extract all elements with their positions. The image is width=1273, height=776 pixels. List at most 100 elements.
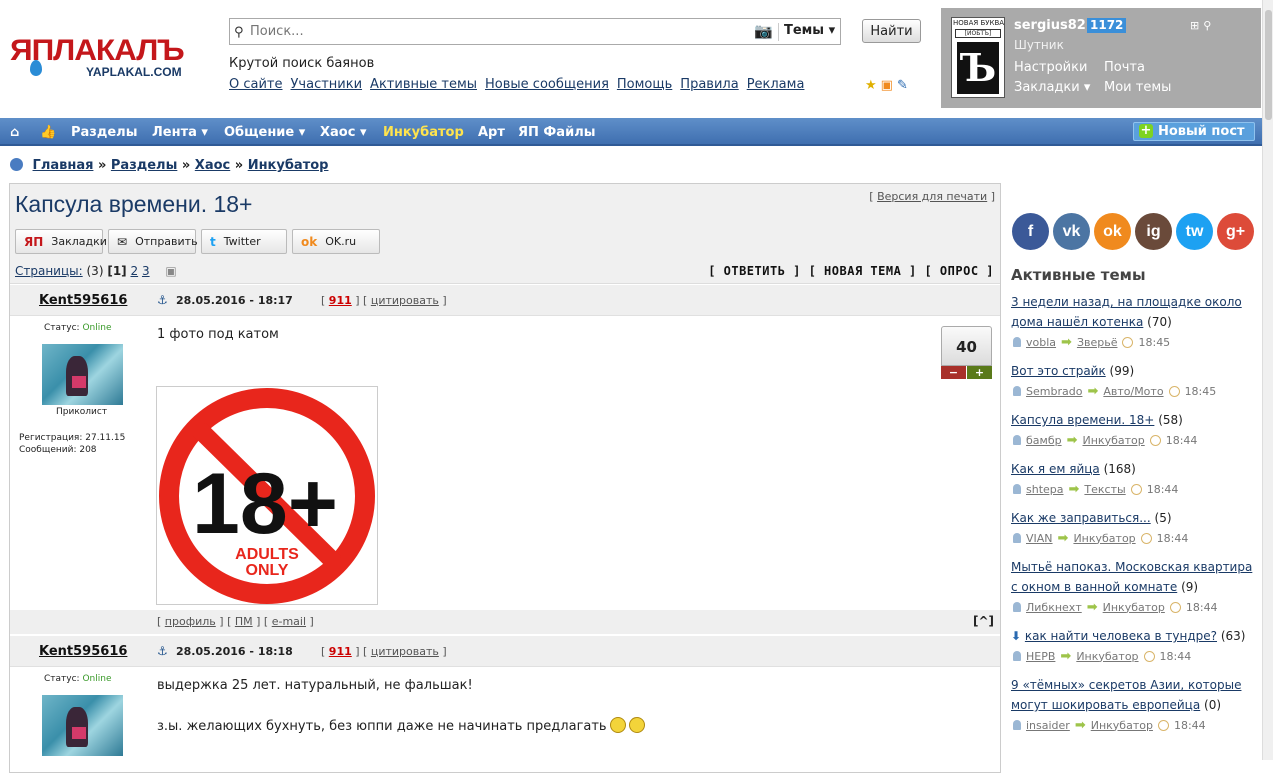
avatar[interactable] [42, 344, 123, 405]
google-plus-icon[interactable]: g+ [1217, 213, 1254, 250]
odnoklassniki-icon[interactable]: ok [1094, 213, 1131, 250]
settings-link[interactable]: Настройки [1014, 60, 1087, 75]
anchor-icon[interactable]: ⚓ [157, 293, 168, 307]
nav-chaos[interactable]: Хаос ▾ [320, 125, 366, 140]
nav-incubator[interactable]: Инкубатор [383, 125, 464, 140]
scroll-top-button[interactable]: [^] [973, 614, 994, 628]
active-topic-link[interactable]: Вот это страйк [1011, 364, 1106, 378]
send-button[interactable]: ✉ Отправить [108, 229, 198, 254]
active-topic-section[interactable]: Тексты [1084, 483, 1125, 496]
active-topic-user[interactable]: Sembrado [1026, 385, 1082, 398]
active-topic-user[interactable]: vobla [1026, 336, 1056, 349]
nav-feed[interactable]: Лента ▾ [152, 125, 208, 140]
active-topic-section[interactable]: Инкубатор [1073, 532, 1135, 545]
mail-link[interactable]: Почта [1104, 60, 1145, 75]
username[interactable]: sergius82 [1014, 18, 1086, 33]
instagram-icon[interactable]: ig [1135, 213, 1172, 250]
post-author[interactable]: Kent595616 [39, 644, 127, 659]
bookmark-button[interactable]: ЯП Закладки [15, 229, 107, 254]
my-topics-link[interactable]: Мои темы [1104, 80, 1171, 95]
active-topic-link[interactable]: Как я ем яйца [1011, 462, 1100, 476]
vote-down-button[interactable]: − [941, 366, 966, 379]
active-topic-user[interactable]: shtepa [1026, 483, 1064, 496]
bookmarks-link[interactable]: Закладки ▾ [1014, 80, 1090, 95]
avatar[interactable] [42, 695, 123, 756]
active-topic-user[interactable]: бамбр [1026, 434, 1062, 447]
active-topic-section[interactable]: Инкубатор [1091, 719, 1153, 732]
topnav-about[interactable]: О сайте [229, 77, 283, 92]
user-icon [1013, 651, 1021, 661]
post-author[interactable]: Kent595616 [39, 293, 127, 308]
post-number-link[interactable]: 911 [329, 645, 352, 658]
pm-link[interactable]: ПМ [235, 615, 253, 628]
topnav-rules[interactable]: Правила [680, 77, 738, 92]
tagline: Крутой поиск баянов [229, 56, 375, 71]
active-topic-link[interactable]: Как же заправиться... [1011, 511, 1151, 525]
share-buttons: ЯП Закладки ✉ Отправить t Twitter ok OK.ru [15, 229, 380, 254]
site-logo[interactable]: ЯПЛАКАЛЪ YAPLAKAL.COM [10, 34, 210, 84]
facebook-icon[interactable]: f [1012, 213, 1049, 250]
active-topics-title: Активные темы [1011, 266, 1146, 284]
new-post-button[interactable]: + Новый пост [1133, 122, 1255, 141]
pages-menu-icon[interactable]: ▣ [165, 264, 176, 278]
twitter-button[interactable]: t Twitter [201, 229, 287, 254]
active-topic-section[interactable]: Инкубатор [1083, 434, 1145, 447]
nav-files[interactable]: ЯП Файлы [518, 125, 595, 140]
search-scope-select[interactable]: Темы ▾ [784, 23, 835, 38]
active-topic-section[interactable]: Инкубатор [1103, 601, 1165, 614]
active-topic-link[interactable]: Мытьё напоказ. Московская квартира с окн… [1011, 560, 1252, 594]
breadcrumb-incubator[interactable]: Инкубатор [248, 158, 329, 173]
plus-icon[interactable]: ⊞ [1190, 19, 1199, 32]
nav-communication[interactable]: Общение ▾ [224, 125, 305, 140]
thumbs-up-icon[interactable]: 👍 [40, 125, 56, 140]
quote-link[interactable]: цитировать [371, 645, 439, 658]
vote-up-button[interactable]: + [967, 366, 992, 379]
active-topic-section[interactable]: Зверьё [1077, 336, 1118, 349]
pencil-icon[interactable]: ✎ [897, 78, 908, 93]
active-topic-user[interactable]: НЕРВ [1026, 650, 1055, 663]
active-topic-link[interactable]: Капсула времени. 18+ [1011, 413, 1154, 427]
search-input[interactable] [250, 22, 750, 41]
profile-link[interactable]: профиль [165, 615, 216, 628]
person-icon[interactable]: ⚲ [1203, 19, 1211, 32]
camera-icon[interactable]: 📷 [754, 22, 773, 40]
topnav-active-topics[interactable]: Активные темы [370, 77, 477, 92]
breadcrumb-home[interactable]: Главная [33, 158, 94, 173]
active-topic-section[interactable]: Авто/Мото [1103, 385, 1163, 398]
email-link[interactable]: e-mail [272, 615, 306, 628]
list-item: Как я ем яйца (168) shtepa ➡ Тексты 18:44 [1011, 459, 1256, 499]
scrollbar[interactable] [1262, 0, 1273, 760]
home-icon[interactable]: ⌂ [10, 125, 19, 140]
active-topic-link[interactable]: как найти человека в тундре? [1025, 629, 1217, 643]
active-topic-link[interactable]: 3 недели назад, на площадке около дома н… [1011, 295, 1242, 329]
topnav-ads[interactable]: Реклама [747, 77, 805, 92]
active-topic-user[interactable]: VIAN [1026, 532, 1053, 545]
print-version-link[interactable]: Версия для печати [877, 190, 987, 203]
active-topic-user[interactable]: insaider [1026, 719, 1070, 732]
nav-art[interactable]: Арт [478, 125, 505, 140]
anchor-icon[interactable]: ⚓ [157, 644, 168, 658]
breadcrumb-sections[interactable]: Разделы [111, 158, 177, 173]
breadcrumb-chaos[interactable]: Хаос [195, 158, 230, 173]
scrollbar-thumb[interactable] [1265, 10, 1272, 120]
vk-icon[interactable]: vk [1053, 213, 1090, 250]
topnav-help[interactable]: Помощь [617, 77, 672, 92]
topic-actions[interactable]: [ ОТВЕТИТЬ ] [ НОВАЯ ТЕМА ] [ ОПРОС ] [708, 264, 994, 278]
ok-button[interactable]: ok OK.ru [292, 229, 380, 254]
pages-label[interactable]: Страницы: [15, 264, 83, 278]
rss-icon[interactable]: ▣ [881, 78, 893, 93]
search-button[interactable]: Найти [862, 19, 921, 43]
twitter-icon[interactable]: tw [1176, 213, 1213, 250]
user-avatar[interactable]: НОВАЯ БУКВА [ЙОБТЪ] Ъ [951, 17, 1005, 98]
page-3[interactable]: 3 [142, 264, 150, 278]
page-2[interactable]: 2 [130, 264, 138, 278]
active-topic-section[interactable]: Инкубатор [1076, 650, 1138, 663]
star-icon[interactable]: ★ [865, 78, 877, 93]
post-number-link[interactable]: 911 [329, 294, 352, 307]
post-image[interactable]: 18+ ADULTS ONLY [156, 386, 378, 605]
topnav-members[interactable]: Участники [291, 77, 363, 92]
active-topic-user[interactable]: Либкнехт [1026, 601, 1082, 614]
quote-link[interactable]: цитировать [371, 294, 439, 307]
nav-sections[interactable]: Разделы [71, 125, 137, 140]
topnav-new-messages[interactable]: Новые сообщения [485, 77, 609, 92]
